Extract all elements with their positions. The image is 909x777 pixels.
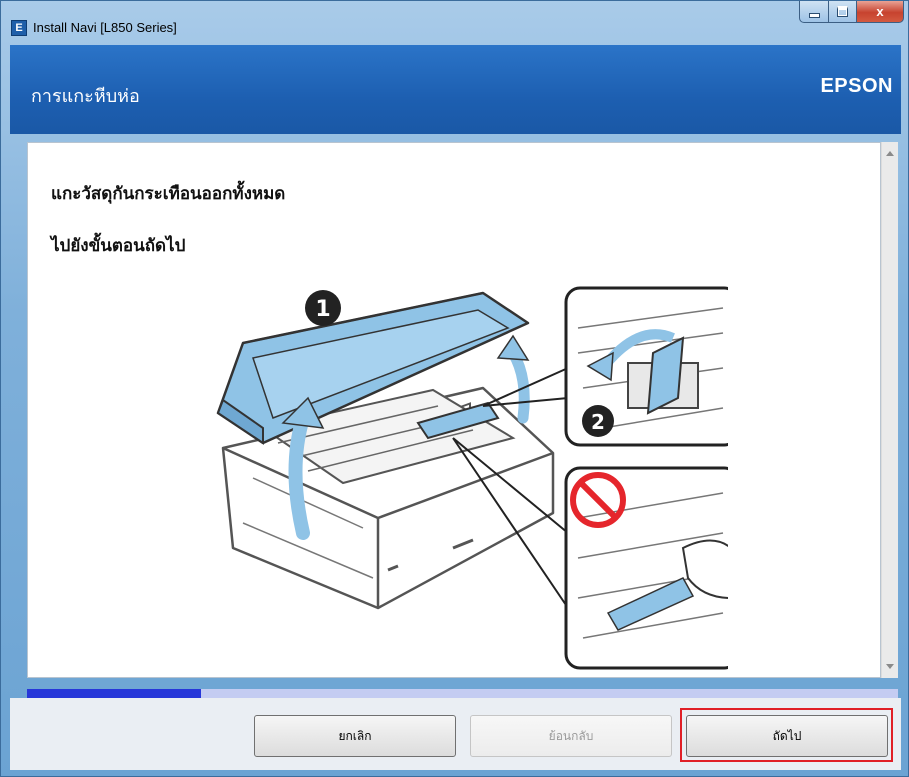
content-panel: แกะวัสดุกันกระเทือนออกทั้งหมด ไปยังขั้นต… <box>27 142 881 678</box>
page-header: การแกะหีบห่อ EPSON <box>10 45 901 134</box>
maximize-icon <box>837 6 848 17</box>
next-button-highlight <box>680 708 893 762</box>
epson-app-icon: E <box>11 20 27 36</box>
content-scrollbar[interactable] <box>881 142 898 678</box>
close-button[interactable]: x <box>857 1 904 23</box>
brand-logo: EPSON <box>820 75 893 97</box>
back-button[interactable]: ย้อนกลับ <box>470 715 672 757</box>
unpacking-illustration: 1 2 <box>216 286 728 670</box>
minimize-button[interactable] <box>799 1 829 23</box>
lift-arrowhead-right <box>496 334 530 361</box>
title-bar[interactable]: E Install Navi [L850 Series] x <box>1 1 909 45</box>
step-1-number: 1 <box>315 297 330 322</box>
window-controls: x <box>799 1 904 23</box>
page-title: การแกะหีบห่อ <box>31 86 140 107</box>
maximize-button[interactable] <box>829 1 857 23</box>
install-progress-fill <box>27 689 202 698</box>
lift-arrow-right <box>507 347 530 424</box>
window-title: Install Navi [L850 Series] <box>33 20 177 35</box>
cancel-button[interactable]: ยกเลิก <box>254 715 456 757</box>
detail-do-not-touch <box>564 466 728 670</box>
scroll-down-icon[interactable] <box>886 664 894 669</box>
installer-window: E Install Navi [L850 Series] x การแกะหีบ… <box>0 0 909 777</box>
instruction-next-step: ไปยังขั้นตอนถัดไป <box>51 236 186 256</box>
instruction-remove-packing: แกะวัสดุกันกระเทือนออกทั้งหมด <box>51 184 286 204</box>
step-2-number: 2 <box>591 410 605 434</box>
close-icon: x <box>876 4 884 19</box>
minimize-icon <box>808 12 820 18</box>
lift-arrow-left <box>288 411 310 540</box>
detail-remove-tape: 2 <box>564 286 728 447</box>
install-progress-bar <box>27 689 898 698</box>
scroll-up-icon[interactable] <box>886 151 894 156</box>
footer-button-bar: ยกเลิก ย้อนกลับ ถัดไป <box>10 698 901 770</box>
